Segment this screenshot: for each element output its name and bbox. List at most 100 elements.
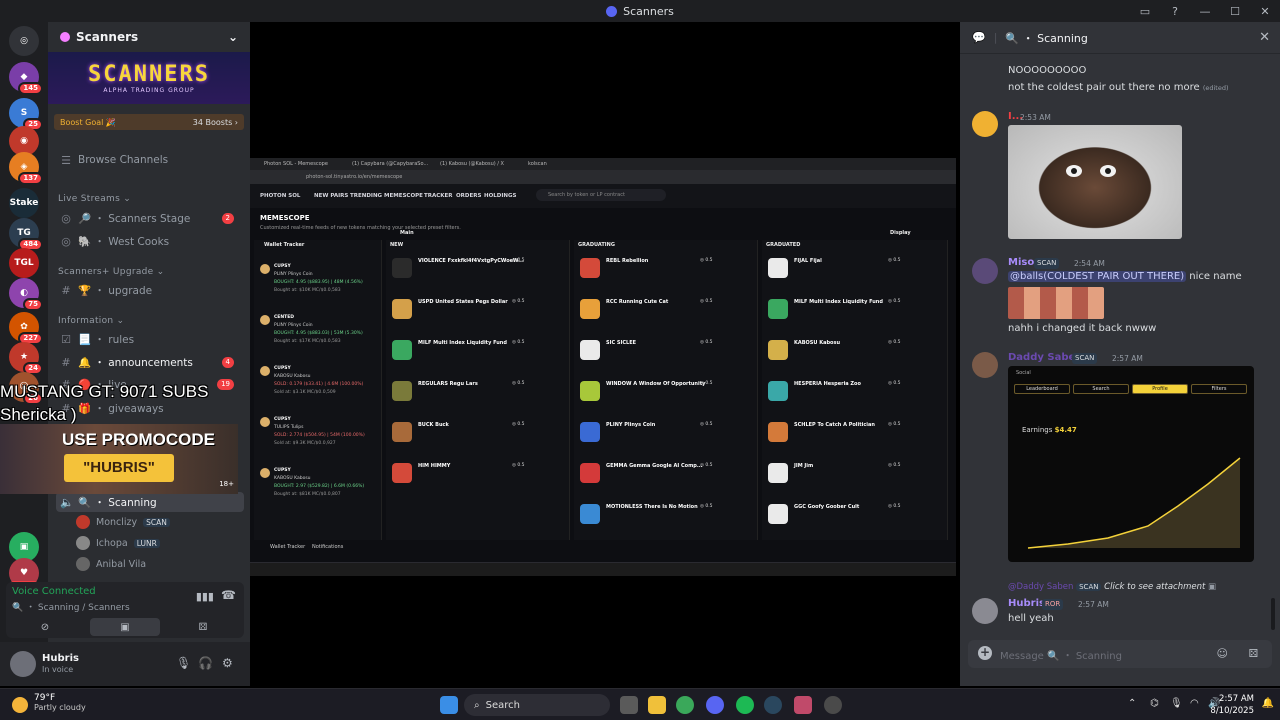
message-attachment[interactable]: Social Leaderboard Search Profile Filter… (1008, 366, 1254, 562)
message-image[interactable] (1008, 287, 1104, 319)
screen-share-button[interactable]: ▣ (90, 618, 160, 636)
server-icon[interactable]: S 25 (9, 98, 43, 131)
add-attachment-icon[interactable]: + (978, 646, 992, 660)
tray-chevron-icon[interactable]: ⌃ (1128, 698, 1136, 709)
message-image[interactable] (1008, 125, 1182, 239)
chat-panel: 💬 | 🔍 ・ Scanning ✕ NOOOOOOOOO not the co… (960, 22, 1280, 686)
maximize-button[interactable]: ☐ (1220, 5, 1250, 18)
start-icon[interactable] (440, 696, 458, 714)
file-explorer-icon[interactable] (648, 696, 666, 714)
hash-icon: # (61, 355, 71, 369)
task-view-icon[interactable] (620, 696, 638, 714)
network-icon[interactable]: ⌬ (1150, 698, 1159, 709)
voice-connected-label[interactable]: Voice Connected (12, 586, 96, 597)
gear-icon[interactable]: ⚙ (222, 656, 233, 670)
emoji-icon[interactable]: ☺ (1217, 647, 1228, 660)
server-icon[interactable]: ◈ 137 (9, 152, 43, 185)
avatar[interactable] (972, 598, 998, 624)
voice-channel-scanning[interactable]: 🔈 🔍 ・ Scanning (56, 492, 244, 512)
server-icon[interactable]: ◐ 75 (9, 278, 43, 311)
signal-icon[interactable]: ▮▮▮ (196, 590, 214, 603)
wallet-trade: SOLD: 0.179 ($33.41) | 4.6M (100.00%) (274, 382, 364, 387)
user-name[interactable]: Hubris (42, 653, 79, 664)
taskbar-clock[interactable]: 2:57 AM 8/10/2025 (1210, 693, 1254, 717)
chat-scrollbar[interactable] (1271, 598, 1275, 630)
weather-widget[interactable]: 79°F Partly cloudy (12, 693, 86, 713)
close-button[interactable]: ✕ (1250, 5, 1280, 18)
voice-user[interactable]: Ichopa LUNR (76, 534, 160, 552)
server-icon[interactable]: ★ 24 (9, 342, 43, 375)
server-tag: SCAN (1034, 258, 1060, 269)
steam-icon[interactable] (764, 696, 782, 714)
boost-goal-bar[interactable]: Boost Goal 🎉 34 Boosts › (54, 114, 244, 130)
channel-west-cooks[interactable]: ◎ 🐘 ・ West Cooks (56, 231, 244, 251)
browser-tab: kolscan (528, 161, 547, 167)
channel-upgrade[interactable]: # 🏆 ・ upgrade (56, 280, 244, 300)
avatar[interactable] (972, 111, 998, 137)
token-sol: ◎ 0.5 (888, 299, 901, 304)
server-icon[interactable]: TG 484 (9, 218, 43, 251)
activity-button[interactable]: ⚄ (168, 618, 238, 636)
minimize-button[interactable]: — (1190, 5, 1220, 18)
category-information[interactable]: Information ⌄ (58, 316, 124, 326)
spotify-icon[interactable] (736, 696, 754, 714)
notification-icon[interactable]: 🔔 (1262, 698, 1274, 709)
chrome-icon[interactable] (676, 696, 694, 714)
server-icon[interactable]: ◆ 145 (9, 62, 43, 95)
reply-author: @Daddy Saben (1008, 582, 1074, 592)
token-avatar (392, 463, 412, 483)
voice-user[interactable]: Monclizy SCAN (76, 513, 170, 531)
help-icon[interactable]: ? (1160, 5, 1190, 18)
avatar[interactable] (972, 258, 998, 284)
token-sol: ◎ 0.5 (512, 299, 525, 304)
app-icon[interactable] (794, 696, 812, 714)
server-header[interactable]: Scanners ⌄ (48, 22, 250, 52)
browse-channels[interactable]: ☰ Browse Channels (56, 150, 244, 170)
display-button: Display (890, 230, 911, 236)
message-placeholder: Message 🔍 ・ Scanning (1000, 650, 1122, 662)
token-sol: ◎ 0.5 (888, 422, 901, 427)
wifi-icon[interactable]: ◠ (1190, 698, 1199, 709)
photon-nav-item: TRENDING (350, 193, 383, 199)
server-icon[interactable]: TGL (9, 248, 39, 278)
reply-preview[interactable]: @Daddy Saben SCAN Click to see attachmen… (1008, 582, 1216, 593)
user-mention[interactable]: @balls(COLDEST PAIR OUT THERE) (1008, 271, 1187, 282)
footer-tab-wallet: Wallet Tracker (270, 544, 306, 550)
chevron-down-icon[interactable]: ⌄ (228, 30, 238, 44)
message-text-inner: nice name (1186, 271, 1242, 282)
inbox-icon[interactable]: ▭ (1130, 5, 1160, 18)
token-row: WINDOW A Window Of Opportunity ◎ 0.5 (580, 381, 756, 419)
stream-view[interactable]: Photon SOL - Memescope (1) Capybara (@Cap… (250, 22, 956, 686)
channel-rules[interactable]: ☑ 📃 ・ rules (56, 329, 244, 349)
discord-icon[interactable] (706, 696, 724, 714)
taskbar-search[interactable]: ⌕ Search (464, 694, 610, 716)
message-input[interactable]: + Message 🔍 ・ Scanning ☺ ⚄ (968, 640, 1272, 668)
server-icon[interactable]: ✿ 227 (9, 312, 43, 345)
server-tag: SCAN (143, 517, 170, 527)
category-scanners-plus[interactable]: Scanners+ Upgrade ⌄ (58, 267, 165, 277)
camera-off-button[interactable]: ⊘ (10, 618, 80, 636)
message-author[interactable]: Miso (1008, 257, 1034, 268)
channel-announcements[interactable]: # 🔔 ・ announcements 4 (56, 352, 244, 372)
close-icon[interactable]: ✕ (1259, 30, 1270, 45)
channel-scanners-stage[interactable]: ◎ 🔎 ・ Scanners Stage 2 (56, 208, 244, 228)
microphone-icon[interactable]: 🎙 (176, 656, 191, 670)
server-icon[interactable]: ◎ (9, 26, 39, 56)
voice-user[interactable]: Anibal Vila (76, 555, 146, 573)
headphones-icon[interactable]: 🎧 (198, 656, 213, 670)
category-live-streams[interactable]: Live Streams ⌄ (58, 194, 131, 204)
obs-icon[interactable] (824, 696, 842, 714)
token-name: HESPERIA Hesperia Zoo (794, 381, 861, 387)
disconnect-icon[interactable]: ☎ (221, 588, 236, 602)
token-row: SIC SICLEE ◎ 0.5 (580, 340, 756, 378)
server-icon[interactable]: Stake (9, 188, 39, 218)
browser-tab: (1) Kabosu (@Kabosu) / X (440, 161, 504, 167)
voice-channel-path[interactable]: 🔍 ・ Scanning / Scanners (12, 600, 130, 613)
avatar (76, 557, 90, 571)
avatar[interactable] (972, 352, 998, 378)
message-author[interactable]: Hubris (1008, 598, 1045, 609)
mic-icon[interactable]: 🎙 (1170, 698, 1183, 709)
earnings-chart (1027, 457, 1241, 549)
avatar[interactable] (10, 651, 36, 677)
gamepad-icon[interactable]: ⚄ (1248, 647, 1258, 660)
